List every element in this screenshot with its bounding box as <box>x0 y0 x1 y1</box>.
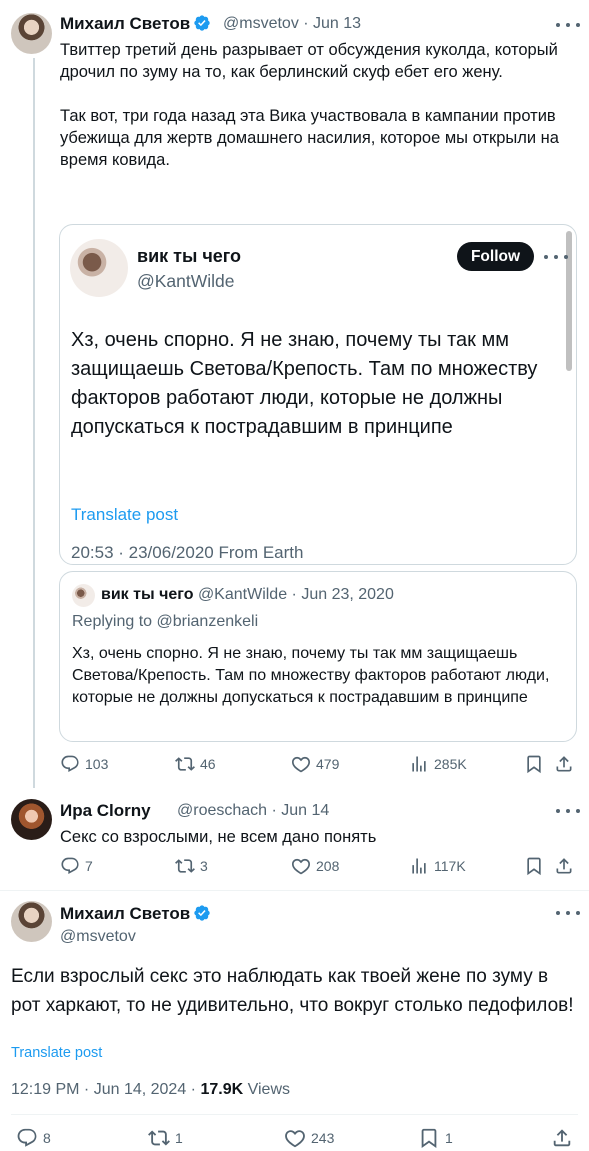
like-button[interactable]: 208 <box>291 856 339 876</box>
views-button[interactable]: 117K <box>409 856 466 876</box>
quote-author-name: вик ты чего <box>101 586 194 603</box>
reply-icon <box>17 1128 37 1147</box>
embed-author-handle: @KantWilde <box>137 271 235 291</box>
avatar <box>72 584 95 607</box>
like-icon <box>292 858 310 875</box>
like-button[interactable]: 479 <box>291 754 339 774</box>
tweet-actions: 7 3 208 117K <box>0 856 589 882</box>
bookmark-button[interactable] <box>524 856 549 876</box>
retweet-icon <box>175 757 195 771</box>
replying-to: Replying to @brianzenkeli <box>72 613 259 630</box>
retweet-button[interactable]: 3 <box>175 856 208 876</box>
share-button[interactable] <box>554 856 579 876</box>
more-icon[interactable] <box>556 806 580 816</box>
retweet-icon <box>175 859 195 873</box>
like-icon <box>285 1130 305 1148</box>
share-icon <box>556 858 572 874</box>
bookmark-icon <box>421 1128 437 1149</box>
translate-post-link: Translate post <box>71 505 179 524</box>
bookmark-icon <box>527 857 541 876</box>
avatar[interactable] <box>11 13 52 54</box>
like-button[interactable]: 243 <box>284 1127 334 1149</box>
retweet-button[interactable]: 1 <box>148 1127 183 1149</box>
embed-text: Хз, очень спорно. Я не знаю, почему ты т… <box>71 329 538 438</box>
verified-badge-icon <box>194 15 210 31</box>
reply-icon <box>61 857 79 874</box>
tweet-text: Твиттер третий день разрывает от обсужде… <box>60 41 559 169</box>
follow-button[interactable]: Follow <box>457 242 534 271</box>
share-button[interactable] <box>551 1127 578 1149</box>
views-icon <box>412 858 426 874</box>
views-count: 17.9K <box>200 1081 244 1098</box>
reply-button[interactable]: 103 <box>60 754 108 774</box>
author-name[interactable]: Михаил Светов <box>60 14 211 34</box>
thread-line <box>33 58 35 788</box>
tweet-text: Если взрослый секс это наблюдать как тво… <box>11 966 574 1016</box>
share-button[interactable] <box>554 754 579 774</box>
share-icon <box>553 1129 571 1147</box>
author-name[interactable]: Ира Clorny <box>60 801 151 821</box>
quote-author-handle: @KantWilde · Jun 23, 2020 <box>197 586 394 603</box>
tweet-actions: 8 1 243 1 <box>0 1127 589 1151</box>
tweet-meta: 12:19 PM · Jun 14, 2024 · 17.9K Views <box>11 1081 290 1098</box>
divider <box>11 1114 578 1115</box>
like-icon <box>292 756 310 773</box>
tweet-actions: 103 46 479 285K <box>0 754 589 780</box>
avatar[interactable] <box>11 901 52 942</box>
reply-icon <box>61 755 79 772</box>
author-handle[interactable]: @msvetov <box>60 928 136 946</box>
reply-button[interactable]: 8 <box>16 1127 51 1149</box>
avatar[interactable] <box>11 799 52 840</box>
embed-author-name: вик ты чего <box>137 246 242 266</box>
tweet-text: Секс со взрослыми, не всем дано понять <box>60 828 377 846</box>
avatar <box>70 239 128 297</box>
embed-timestamp: 20:53 · 23/06/2020 From Earth <box>71 543 304 562</box>
quote-text: Хз, очень спорно. Я не знаю, почему ты т… <box>72 645 550 706</box>
quote-author-line: вик ты чего @KantWilde · Jun 23, 2020 <box>101 586 394 604</box>
translate-post-link[interactable]: Translate post <box>11 1045 102 1061</box>
divider <box>0 890 589 891</box>
more-icon[interactable] <box>556 20 580 30</box>
more-icon <box>544 252 568 262</box>
author-name[interactable]: Михаил Светов <box>60 904 211 924</box>
bookmark-icon <box>527 755 541 774</box>
reply-button[interactable]: 7 <box>60 856 93 876</box>
retweet-button[interactable]: 46 <box>175 754 216 774</box>
author-handle-date[interactable]: @roeschach · Jun 14 <box>177 802 329 820</box>
views-button[interactable]: 285K <box>409 754 467 774</box>
verified-badge-icon <box>194 905 210 921</box>
bookmark-button[interactable]: 1 <box>418 1127 453 1149</box>
bookmark-button[interactable] <box>524 754 549 774</box>
share-icon <box>556 756 572 772</box>
more-icon[interactable] <box>556 908 580 918</box>
quoted-tweet[interactable]: вик ты чего @KantWilde · Jun 23, 2020 Re… <box>59 571 577 742</box>
embedded-tweet-image[interactable]: вик ты чего @KantWilde Follow Хз, очень … <box>59 224 577 565</box>
author-handle-date[interactable]: @msvetov · Jun 13 <box>223 15 361 33</box>
views-icon <box>412 756 426 772</box>
retweet-icon <box>148 1130 170 1146</box>
